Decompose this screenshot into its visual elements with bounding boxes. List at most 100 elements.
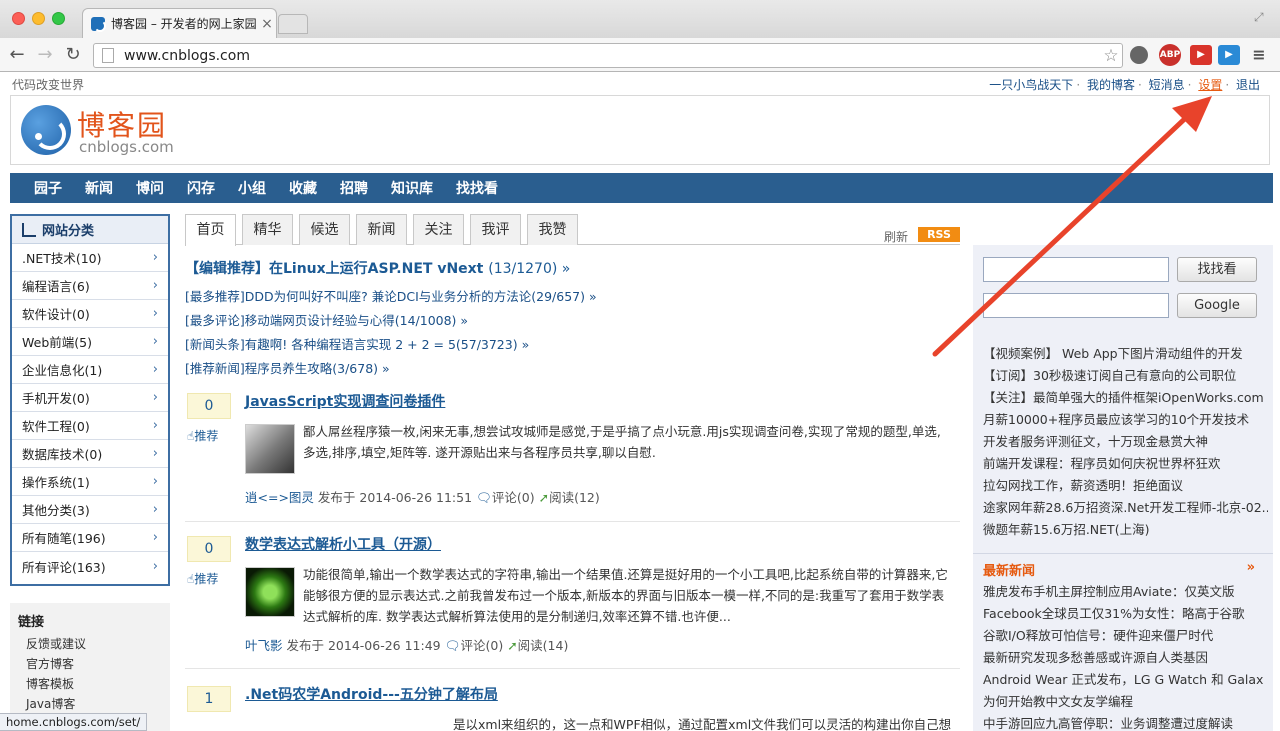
- tab-news[interactable]: 新闻: [356, 214, 407, 245]
- digg-count[interactable]: 0: [187, 393, 231, 419]
- link-feedback[interactable]: 反馈或建议: [18, 634, 162, 654]
- zoom-window-button[interactable]: [52, 12, 65, 25]
- bookmark-star-icon[interactable]: ☆: [1100, 46, 1122, 66]
- link-java-blog[interactable]: Java博客: [18, 694, 162, 714]
- author-avatar[interactable]: [245, 567, 295, 617]
- category-item[interactable]: 数据库技术(0) ›: [12, 440, 168, 468]
- author-avatar[interactable]: [245, 424, 295, 474]
- ad-link[interactable]: 【关注】最简单强大的插件框架iOpenWorks.com: [983, 387, 1268, 409]
- post-comments[interactable]: 评论(0): [460, 638, 503, 653]
- new-tab-button[interactable]: [278, 14, 308, 34]
- digg-count[interactable]: 1: [187, 686, 231, 712]
- tab-my-likes[interactable]: 我赞: [527, 214, 578, 245]
- post-title[interactable]: 数学表达式解析小工具（开源）: [245, 534, 441, 554]
- recommendation-link[interactable]: [推荐新闻]程序员养生攻略(3/678) »: [185, 357, 597, 381]
- nav-item-search[interactable]: 找找看: [456, 178, 498, 198]
- category-item[interactable]: 编程语言(6) ›: [12, 272, 168, 300]
- logo-english[interactable]: cnblogs.com: [79, 138, 174, 156]
- more-news-link[interactable]: »: [1247, 560, 1255, 579]
- category-item[interactable]: 软件设计(0) ›: [12, 300, 168, 328]
- ad-link[interactable]: 前端开发课程：程序员如何庆祝世界杯狂欢: [983, 453, 1268, 475]
- news-item[interactable]: 谷歌I/O释放可怕信号：硬件迎来僵尸时代: [983, 625, 1263, 647]
- minimize-window-button[interactable]: [32, 12, 45, 25]
- link-official-blog[interactable]: 官方博客: [18, 654, 162, 674]
- user-link-settings[interactable]: 设置: [1198, 78, 1222, 92]
- browser-tab[interactable]: 博客园 – 开发者的网上家园 ×: [82, 8, 277, 38]
- post-author[interactable]: 逍<=>图灵: [245, 490, 314, 505]
- news-item[interactable]: Android Wear 正式发布，LG G Watch 和 Galaxy: [983, 669, 1263, 691]
- recommendation-link[interactable]: [新闻头条]有趣啊! 各种编程语言实现 2 + 2 = 5(57/3723) »: [185, 333, 597, 357]
- address-bar[interactable]: www.cnblogs.com ☆: [93, 43, 1123, 68]
- ad-link[interactable]: 途家网年薪28.6万招资深.Net开发工程师-北京-02...: [983, 497, 1268, 519]
- news-item[interactable]: 雅虎发布手机主屏控制应用Aviate：仅英文版: [983, 581, 1263, 603]
- adblock-plus-icon[interactable]: ABP: [1159, 44, 1181, 66]
- tab-featured[interactable]: 精华: [242, 214, 293, 245]
- category-item[interactable]: .NET技术(10) ›: [12, 244, 168, 272]
- nav-item-garden[interactable]: 园子: [34, 178, 62, 198]
- google-search-button[interactable]: Google: [1177, 293, 1257, 318]
- news-item[interactable]: 为何开始教中文女友学编程: [983, 691, 1263, 713]
- forward-arrow-icon[interactable]: →: [34, 44, 56, 66]
- post-title[interactable]: .Net码农学Android---五分钟了解布局: [245, 684, 498, 704]
- category-item[interactable]: 其他分类(3) ›: [12, 496, 168, 524]
- site-search-button[interactable]: 找找看: [1177, 257, 1257, 282]
- ad-link[interactable]: 微题年薪15.6万招.NET(上海): [983, 519, 1268, 541]
- user-link-username[interactable]: 一只小鸟战天下: [989, 78, 1073, 92]
- tab-home[interactable]: 首页: [185, 214, 236, 246]
- post-reads[interactable]: 阅读(14): [518, 638, 569, 653]
- menu-icon[interactable]: ≡: [1248, 45, 1270, 65]
- news-item[interactable]: Facebook全球员工仅31%为女性：略高于谷歌: [983, 603, 1263, 625]
- category-item[interactable]: 手机开发(0) ›: [12, 384, 168, 412]
- tab-my-comments[interactable]: 我评: [470, 214, 521, 245]
- tab-follow[interactable]: 关注: [413, 214, 464, 245]
- post-author[interactable]: 叶飞影: [245, 638, 283, 653]
- refresh-link[interactable]: 刷新: [884, 228, 908, 245]
- tab-candidate[interactable]: 候选: [299, 214, 350, 245]
- youtube-extension-icon[interactable]: ▶: [1190, 45, 1212, 65]
- ad-link[interactable]: 【视频案例】 Web App下图片滑动组件的开发: [983, 343, 1268, 365]
- nav-item-jobs[interactable]: 招聘: [340, 178, 368, 198]
- nav-item-kb[interactable]: 知识库: [391, 178, 433, 198]
- ad-link[interactable]: 开发者服务评测征文，十万现金悬赏大神: [983, 431, 1268, 453]
- post-comments[interactable]: 评论(0): [492, 490, 535, 505]
- editor-headline[interactable]: 【编辑推荐】在Linux上运行ASP.NET vNext (13/1270) »: [185, 258, 570, 278]
- category-item[interactable]: 软件工程(0) ›: [12, 412, 168, 440]
- category-item[interactable]: 所有随笔(196) ›: [12, 524, 168, 552]
- recommendation-link[interactable]: [最多推荐]DDD为何叫好不叫座? 兼论DCI与业务分析的方法论(29/657)…: [185, 285, 597, 309]
- user-link-messages[interactable]: 短消息: [1149, 78, 1185, 92]
- nav-item-favorites[interactable]: 收藏: [289, 178, 317, 198]
- recommend-button[interactable]: ☝推荐: [187, 427, 218, 444]
- nav-item-flash[interactable]: 闪存: [187, 178, 215, 198]
- ad-link[interactable]: 拉勾网找工作，薪资透明！拒绝面议: [983, 475, 1268, 497]
- news-item[interactable]: 中手游回应九高管停职：业务调整遭过度解读: [983, 713, 1263, 731]
- category-item[interactable]: 操作系统(1) ›: [12, 468, 168, 496]
- close-window-button[interactable]: [12, 12, 25, 25]
- link-templates[interactable]: 博客模板: [18, 674, 162, 694]
- close-tab-icon[interactable]: ×: [258, 16, 276, 32]
- nav-item-qa[interactable]: 博问: [136, 178, 164, 198]
- digg-count[interactable]: 0: [187, 536, 231, 562]
- nav-item-news[interactable]: 新闻: [85, 178, 113, 198]
- reload-icon[interactable]: ↻: [62, 44, 84, 66]
- site-search-input[interactable]: [983, 257, 1169, 282]
- category-item[interactable]: 企业信息化(1) ›: [12, 356, 168, 384]
- back-arrow-icon[interactable]: ←: [6, 44, 28, 66]
- nav-item-groups[interactable]: 小组: [238, 178, 266, 198]
- google-search-input[interactable]: [983, 293, 1169, 318]
- ad-link[interactable]: 【订阅】30秒极速订阅自己有意向的公司职位: [983, 365, 1268, 387]
- rss-logo-icon[interactable]: [21, 105, 71, 155]
- rss-button[interactable]: RSS: [918, 227, 960, 242]
- user-link-my-blog[interactable]: 我的博客: [1087, 78, 1135, 92]
- recommendation-link[interactable]: [最多评论]移动端网页设计经验与心得(14/1008) »: [185, 309, 597, 333]
- post-title[interactable]: JavasScript实现调查问卷插件: [245, 391, 445, 411]
- category-item[interactable]: Web前端(5) ›: [12, 328, 168, 356]
- video-extension-icon[interactable]: ▶: [1218, 45, 1240, 65]
- category-item[interactable]: 所有评论(163) ›: [12, 552, 168, 580]
- fullscreen-icon[interactable]: ⤢: [1254, 10, 1268, 24]
- recommend-button[interactable]: ☝推荐: [187, 570, 218, 587]
- post-reads[interactable]: 阅读(12): [549, 490, 600, 505]
- ad-link[interactable]: 月薪10000+程序员最应该学习的10个开发技术: [983, 409, 1268, 431]
- news-item[interactable]: 最新研究发现多愁善感或许源自人类基因: [983, 647, 1263, 669]
- evernote-extension-icon[interactable]: [1130, 46, 1148, 64]
- user-link-logout[interactable]: 退出: [1236, 78, 1260, 92]
